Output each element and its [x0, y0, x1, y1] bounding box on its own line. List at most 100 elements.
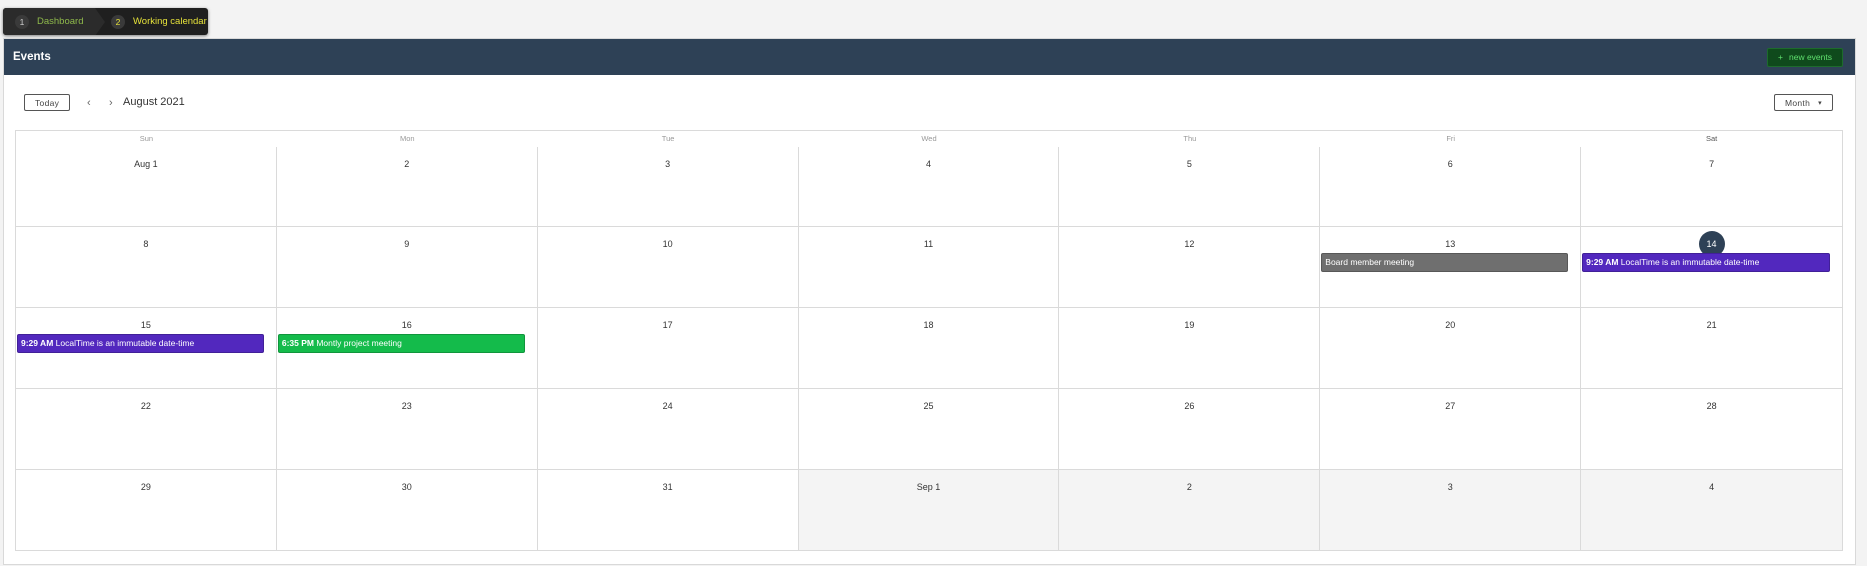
- day-cell[interactable]: 24: [538, 389, 799, 469]
- day-cell[interactable]: 15 9:29 AM LocalTime is an immutable dat…: [16, 308, 277, 388]
- day-number[interactable]: 19: [1059, 318, 1319, 332]
- weekday-sat: Sat: [1705, 134, 1718, 143]
- day-cell[interactable]: 13 Board member meeting: [1320, 227, 1582, 307]
- day-cell[interactable]: 29: [16, 470, 277, 550]
- day-cell[interactable]: 4: [799, 147, 1060, 226]
- day-cell[interactable]: Aug 1: [16, 147, 277, 226]
- event-title: Board member meeting: [1325, 257, 1415, 267]
- day-number[interactable]: Sep 1: [799, 480, 1059, 494]
- day-number[interactable]: 30: [277, 480, 537, 494]
- day-number[interactable]: 2: [1059, 480, 1319, 494]
- breadcrumb-item-working-calendar[interactable]: 2 Working calendar: [95, 8, 207, 35]
- view-label: Month: [1785, 97, 1811, 108]
- day-number[interactable]: 22: [16, 399, 276, 413]
- day-cell[interactable]: 22: [16, 389, 277, 469]
- event-localtime[interactable]: 9:29 AM LocalTime is an immutable date-t…: [17, 334, 264, 353]
- event-title: LocalTime is an immutable date-time: [1620, 257, 1760, 267]
- chevron-left-icon[interactable]: ‹: [87, 97, 91, 109]
- day-cell[interactable]: 11: [799, 227, 1060, 307]
- today-day-number[interactable]: 14: [1581, 231, 1842, 257]
- day-cell-next-month[interactable]: Sep 1: [798, 470, 1060, 550]
- day-number[interactable]: 2: [277, 157, 537, 171]
- chevron-right-icon[interactable]: ›: [109, 97, 113, 109]
- day-number[interactable]: 3: [1320, 480, 1580, 494]
- day-cell-next-month[interactable]: 4: [1581, 470, 1842, 550]
- day-number[interactable]: 27: [1320, 399, 1580, 413]
- weekday-header: Sun Mon Tue Wed Thu Fri Sat: [16, 131, 1842, 147]
- day-number[interactable]: 16: [277, 318, 537, 332]
- day-number[interactable]: 25: [799, 399, 1059, 413]
- day-number[interactable]: 15: [16, 318, 276, 332]
- day-number[interactable]: 11: [799, 237, 1059, 251]
- event-time: 6:35 PM: [281, 338, 314, 348]
- day-cell[interactable]: 16 6:35 PM Montly project meeting: [277, 308, 538, 388]
- day-number[interactable]: 31: [538, 480, 798, 494]
- day-number[interactable]: 21: [1581, 318, 1842, 332]
- day-number[interactable]: 24: [538, 399, 798, 413]
- weekday-wed: Wed: [921, 134, 937, 143]
- day-number[interactable]: 12: [1059, 237, 1319, 251]
- day-cell[interactable]: 25: [799, 389, 1060, 469]
- weekday-thu: Thu: [1183, 134, 1197, 143]
- day-cell[interactable]: 2: [277, 147, 538, 226]
- day-cell[interactable]: 27: [1320, 389, 1582, 469]
- day-number[interactable]: 3: [538, 157, 798, 171]
- step-number-badge: 1: [15, 14, 29, 29]
- view-select[interactable]: Month ▾: [1774, 94, 1833, 111]
- day-cell[interactable]: 26: [1059, 389, 1321, 469]
- day-cell[interactable]: 28: [1581, 389, 1842, 469]
- new-events-label: new events: [1789, 52, 1832, 62]
- breadcrumb-label: Dashboard: [37, 16, 84, 27]
- event-localtime[interactable]: 9:29 AM LocalTime is an immutable date-t…: [1582, 253, 1830, 272]
- day-cell[interactable]: 3: [538, 147, 799, 226]
- day-number[interactable]: 5: [1059, 157, 1319, 171]
- week-row: 8 9 10 11 12 13 Board member meeting 14 …: [16, 227, 1842, 308]
- day-cell[interactable]: 9: [277, 227, 538, 307]
- day-cell[interactable]: 10: [538, 227, 799, 307]
- day-cell-next-month[interactable]: 3: [1320, 470, 1582, 550]
- day-cell[interactable]: 8: [16, 227, 277, 307]
- day-number[interactable]: 4: [1581, 480, 1842, 494]
- day-number[interactable]: 29: [16, 480, 276, 494]
- day-cell-next-month[interactable]: 2: [1059, 470, 1321, 550]
- step-number-badge: 2: [111, 14, 125, 29]
- day-number[interactable]: 6: [1320, 157, 1580, 171]
- day-number[interactable]: 10: [538, 237, 798, 251]
- day-number[interactable]: 8: [16, 237, 276, 251]
- day-number[interactable]: Aug 1: [16, 157, 276, 171]
- today-button[interactable]: Today: [24, 94, 71, 111]
- day-cell[interactable]: 12: [1059, 227, 1321, 307]
- day-cell[interactable]: 6: [1320, 147, 1582, 226]
- day-number[interactable]: 9: [277, 237, 537, 251]
- day-number[interactable]: 20: [1320, 318, 1580, 332]
- event-board-member-meeting[interactable]: Board member meeting: [1321, 253, 1569, 272]
- week-row: Aug 1 2 3 4 5 6 7: [16, 147, 1842, 227]
- day-cell[interactable]: 23: [277, 389, 538, 469]
- week-row: 22 23 24 25 26 27 28: [16, 389, 1842, 470]
- breadcrumb-item-dashboard[interactable]: 1 Dashboard: [3, 8, 105, 35]
- event-monthly-project-meeting[interactable]: 6:35 PM Montly project meeting: [277, 334, 525, 353]
- day-cell[interactable]: 14 9:29 AM LocalTime is an immutable dat…: [1581, 227, 1842, 307]
- panel-title: Events: [13, 51, 51, 63]
- day-number[interactable]: 17: [538, 318, 798, 332]
- day-number[interactable]: 26: [1059, 399, 1319, 413]
- day-cell[interactable]: 17: [538, 308, 799, 388]
- day-number[interactable]: 7: [1581, 157, 1842, 171]
- day-cell[interactable]: 5: [1059, 147, 1321, 226]
- day-cell[interactable]: 7: [1581, 147, 1842, 226]
- day-number[interactable]: 4: [799, 157, 1059, 171]
- week-row: 29 30 31 Sep 1 2 3 4: [16, 470, 1842, 550]
- day-number[interactable]: 18: [799, 318, 1059, 332]
- day-number[interactable]: 23: [277, 399, 537, 413]
- day-cell[interactable]: 21: [1581, 308, 1842, 388]
- day-cell[interactable]: 18: [799, 308, 1060, 388]
- day-cell[interactable]: 20: [1320, 308, 1582, 388]
- day-number[interactable]: 28: [1581, 399, 1842, 413]
- month-calendar: Sun Mon Tue Wed Thu Fri Sat Aug 1 2 3 4 …: [15, 130, 1843, 551]
- new-events-button[interactable]: + new events: [1767, 47, 1843, 67]
- weekday-tue: Tue: [661, 134, 675, 143]
- day-cell[interactable]: 19: [1059, 308, 1321, 388]
- day-number[interactable]: 13: [1320, 237, 1580, 251]
- day-cell[interactable]: 30: [277, 470, 538, 550]
- day-cell[interactable]: 31: [538, 470, 799, 550]
